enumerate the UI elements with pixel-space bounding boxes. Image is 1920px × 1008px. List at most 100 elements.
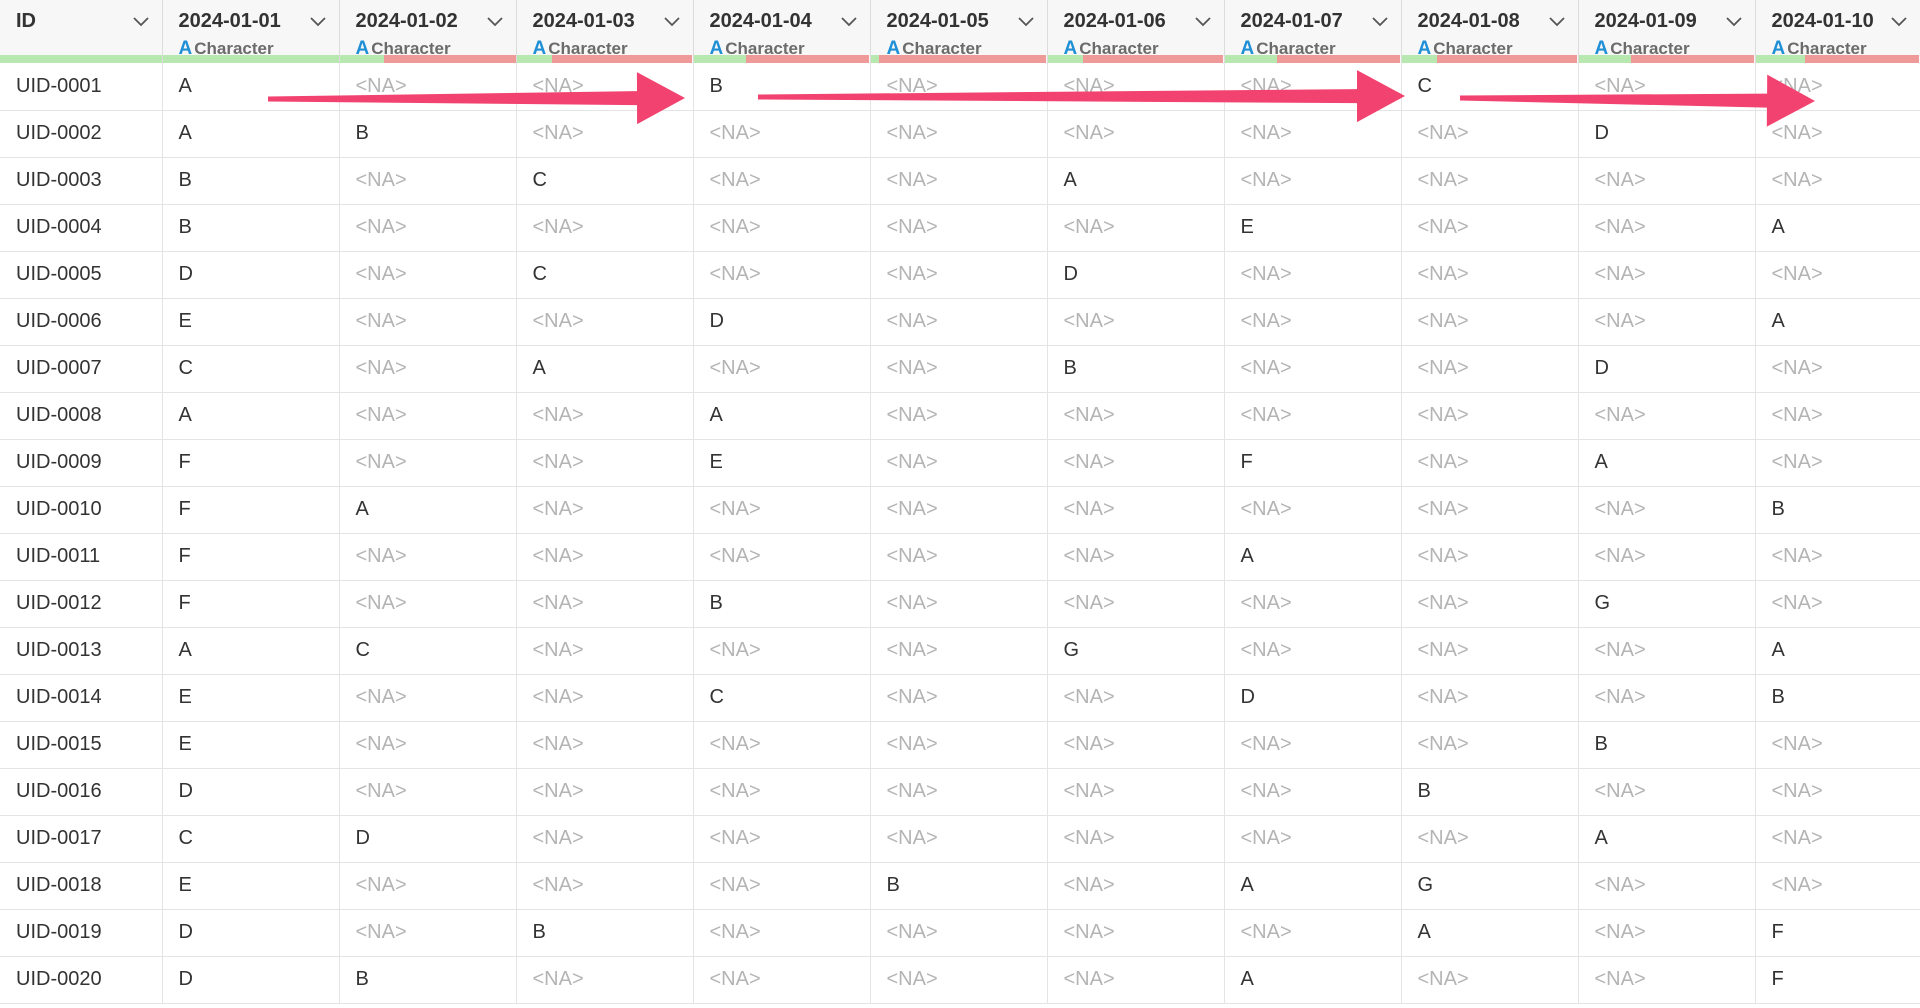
- missing-value-cell[interactable]: <NA>: [1047, 392, 1225, 440]
- table-cell[interactable]: B: [339, 110, 517, 158]
- column-header-2024-01-02[interactable]: 2024-01-02 A Character: [339, 0, 517, 63]
- missing-value-cell[interactable]: <NA>: [693, 862, 871, 910]
- table-cell[interactable]: A: [516, 345, 694, 393]
- missing-value-cell[interactable]: <NA>: [1401, 204, 1579, 252]
- missing-value-cell[interactable]: <NA>: [1578, 909, 1756, 957]
- chevron-down-icon[interactable]: [309, 14, 327, 28]
- row-id-cell[interactable]: UID-0002: [0, 110, 163, 158]
- missing-value-cell[interactable]: <NA>: [693, 909, 871, 957]
- row-id-cell[interactable]: UID-0014: [0, 674, 163, 722]
- table-cell[interactable]: A: [162, 63, 340, 111]
- table-row[interactable]: UID-0020 D B <NA> <NA> <NA> <NA> A <NA> <NA> F: [0, 956, 1920, 1004]
- missing-value-cell[interactable]: <NA>: [1224, 768, 1402, 816]
- missing-value-cell[interactable]: <NA>: [516, 533, 694, 581]
- missing-value-cell[interactable]: <NA>: [1224, 345, 1402, 393]
- missing-value-cell[interactable]: <NA>: [1578, 862, 1756, 910]
- missing-value-cell[interactable]: <NA>: [1578, 768, 1756, 816]
- missing-value-cell[interactable]: <NA>: [870, 815, 1048, 863]
- missing-value-cell[interactable]: <NA>: [1047, 298, 1225, 346]
- missing-value-cell[interactable]: <NA>: [516, 674, 694, 722]
- missing-value-cell[interactable]: <NA>: [1578, 204, 1756, 252]
- missing-value-cell[interactable]: <NA>: [1578, 251, 1756, 299]
- missing-value-cell[interactable]: <NA>: [870, 533, 1048, 581]
- missing-value-cell[interactable]: <NA>: [1047, 439, 1225, 487]
- missing-value-cell[interactable]: <NA>: [870, 909, 1048, 957]
- table-cell[interactable]: A: [1224, 862, 1402, 910]
- missing-value-cell[interactable]: <NA>: [1578, 63, 1756, 111]
- table-cell[interactable]: A: [1047, 157, 1225, 205]
- row-id-cell[interactable]: UID-0004: [0, 204, 163, 252]
- table-cell[interactable]: E: [162, 674, 340, 722]
- chevron-down-icon[interactable]: [1194, 14, 1212, 28]
- row-id-cell[interactable]: UID-0015: [0, 721, 163, 769]
- missing-value-cell[interactable]: <NA>: [1047, 486, 1225, 534]
- missing-value-cell[interactable]: <NA>: [516, 204, 694, 252]
- row-id-cell[interactable]: UID-0018: [0, 862, 163, 910]
- missing-value-cell[interactable]: <NA>: [1047, 721, 1225, 769]
- table-cell[interactable]: F: [1755, 956, 1920, 1004]
- table-cell[interactable]: D: [1578, 345, 1756, 393]
- missing-value-cell[interactable]: <NA>: [1578, 486, 1756, 534]
- missing-value-cell[interactable]: <NA>: [516, 862, 694, 910]
- missing-value-cell[interactable]: <NA>: [693, 204, 871, 252]
- table-cell[interactable]: B: [162, 157, 340, 205]
- missing-value-cell[interactable]: <NA>: [516, 439, 694, 487]
- missing-value-cell[interactable]: <NA>: [516, 815, 694, 863]
- table-row[interactable]: UID-0009 F <NA> <NA> E <NA> <NA> F <NA> A <NA>: [0, 439, 1920, 487]
- missing-value-cell[interactable]: <NA>: [1224, 627, 1402, 675]
- missing-value-cell[interactable]: <NA>: [1224, 815, 1402, 863]
- missing-value-cell[interactable]: <NA>: [870, 298, 1048, 346]
- missing-value-cell[interactable]: <NA>: [1401, 486, 1579, 534]
- missing-value-cell[interactable]: <NA>: [1047, 909, 1225, 957]
- missing-value-cell[interactable]: <NA>: [1224, 392, 1402, 440]
- table-cell[interactable]: B: [1047, 345, 1225, 393]
- table-cell[interactable]: A: [162, 627, 340, 675]
- row-id-cell[interactable]: UID-0012: [0, 580, 163, 628]
- missing-value-cell[interactable]: <NA>: [1755, 533, 1920, 581]
- missing-value-cell[interactable]: <NA>: [516, 956, 694, 1004]
- table-cell[interactable]: B: [1401, 768, 1579, 816]
- table-row[interactable]: UID-0001 A <NA> <NA> B <NA> <NA> <NA> C <NA> <NA>: [0, 63, 1920, 111]
- table-row[interactable]: UID-0003 B <NA> C <NA> <NA> A <NA> <NA> <NA> <NA>: [0, 157, 1920, 205]
- column-header-2024-01-06[interactable]: 2024-01-06 A Character: [1047, 0, 1225, 63]
- table-cell[interactable]: A: [162, 110, 340, 158]
- missing-value-cell[interactable]: <NA>: [1578, 392, 1756, 440]
- table-cell[interactable]: D: [162, 768, 340, 816]
- missing-value-cell[interactable]: <NA>: [1047, 815, 1225, 863]
- table-cell[interactable]: B: [1755, 486, 1920, 534]
- column-header-2024-01-03[interactable]: 2024-01-03 A Character: [516, 0, 694, 63]
- table-row[interactable]: UID-0019 D <NA> B <NA> <NA> <NA> <NA> A <NA> F: [0, 909, 1920, 957]
- chevron-down-icon[interactable]: [1017, 14, 1035, 28]
- table-cell[interactable]: D: [162, 909, 340, 957]
- row-id-cell[interactable]: UID-0008: [0, 392, 163, 440]
- row-id-cell[interactable]: UID-0020: [0, 956, 163, 1004]
- table-cell[interactable]: C: [693, 674, 871, 722]
- missing-value-cell[interactable]: <NA>: [339, 674, 517, 722]
- row-id-cell[interactable]: UID-0009: [0, 439, 163, 487]
- missing-value-cell[interactable]: <NA>: [1047, 533, 1225, 581]
- missing-value-cell[interactable]: <NA>: [1401, 533, 1579, 581]
- column-header-id[interactable]: ID: [0, 0, 163, 63]
- table-cell[interactable]: A: [339, 486, 517, 534]
- table-cell[interactable]: G: [1578, 580, 1756, 628]
- missing-value-cell[interactable]: <NA>: [1047, 862, 1225, 910]
- missing-value-cell[interactable]: <NA>: [339, 533, 517, 581]
- missing-value-cell[interactable]: <NA>: [870, 392, 1048, 440]
- row-id-cell[interactable]: UID-0003: [0, 157, 163, 205]
- missing-value-cell[interactable]: <NA>: [339, 768, 517, 816]
- table-cell[interactable]: D: [162, 251, 340, 299]
- missing-value-cell[interactable]: <NA>: [1755, 862, 1920, 910]
- missing-value-cell[interactable]: <NA>: [1401, 580, 1579, 628]
- missing-value-cell[interactable]: <NA>: [1224, 580, 1402, 628]
- missing-value-cell[interactable]: <NA>: [693, 768, 871, 816]
- missing-value-cell[interactable]: <NA>: [1401, 157, 1579, 205]
- table-cell[interactable]: E: [162, 721, 340, 769]
- missing-value-cell[interactable]: <NA>: [1401, 392, 1579, 440]
- row-id-cell[interactable]: UID-0017: [0, 815, 163, 863]
- row-id-cell[interactable]: UID-0011: [0, 533, 163, 581]
- table-cell[interactable]: A: [1755, 204, 1920, 252]
- table-row[interactable]: UID-0007 C <NA> A <NA> <NA> B <NA> <NA> D <NA>: [0, 345, 1920, 393]
- table-row[interactable]: UID-0005 D <NA> C <NA> <NA> D <NA> <NA> <NA> <NA>: [0, 251, 1920, 299]
- table-row[interactable]: UID-0013 A C <NA> <NA> <NA> G <NA> <NA> <NA> A: [0, 627, 1920, 675]
- table-row[interactable]: UID-0017 C D <NA> <NA> <NA> <NA> <NA> <NA> A <NA>: [0, 815, 1920, 863]
